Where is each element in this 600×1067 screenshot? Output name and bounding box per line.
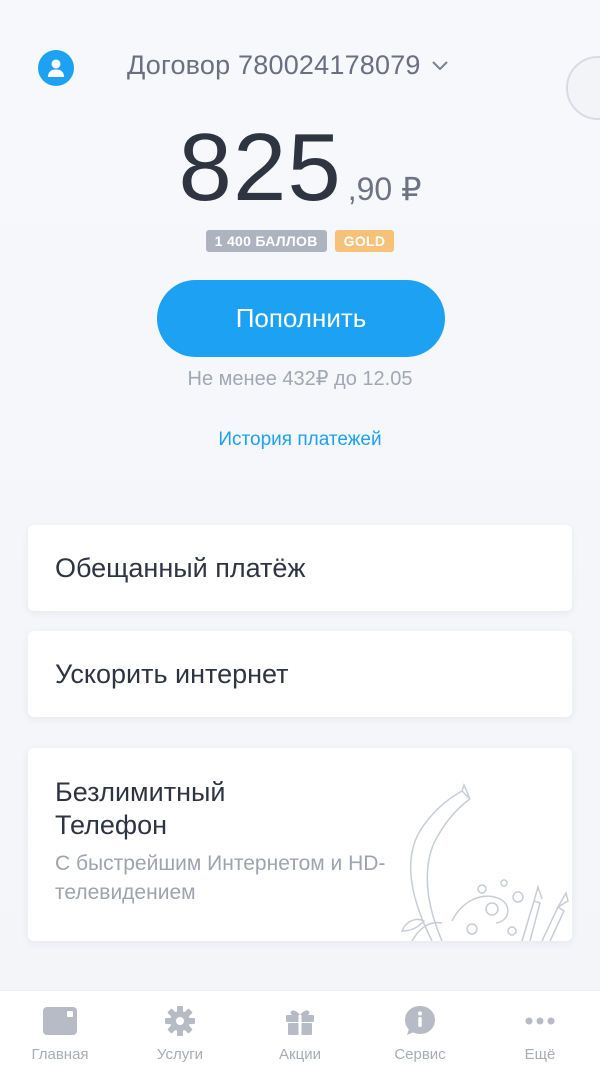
tab-home[interactable]: Главная <box>0 991 120 1067</box>
topup-hint: Не менее 432₽ до 12.05 <box>187 368 413 390</box>
contract-label: Договор 780024178079 <box>127 50 421 80</box>
tab-service[interactable]: Сервис <box>360 991 480 1067</box>
gift-icon <box>285 1005 315 1037</box>
tab-more-label: Ещё <box>524 1046 556 1063</box>
tab-promotions-label: Акции <box>279 1046 321 1063</box>
bottom-tab-bar: Главная Услуги Акции Сервис Ещё <box>0 990 600 1067</box>
speed-up-internet-card[interactable]: Ускорить интернет <box>28 631 572 717</box>
tab-home-label: Главная <box>31 1046 89 1063</box>
speed-up-internet-label: Ускорить интернет <box>55 658 289 689</box>
info-icon <box>404 1005 436 1037</box>
promised-payment-card[interactable]: Обещанный платёж <box>28 525 572 611</box>
promo-card[interactable]: Безлимитный Телефон С быстрейшим Интерне… <box>28 748 572 941</box>
balance-fraction: ,90 ₽ <box>347 171 422 207</box>
payment-history-link[interactable]: История платежей <box>0 429 600 451</box>
tab-promotions[interactable]: Акции <box>240 991 360 1067</box>
promo-title: Безлимитный Телефон <box>55 777 226 840</box>
tab-services-label: Услуги <box>156 1046 204 1063</box>
tier-badge: GOLD <box>334 230 395 252</box>
header: Договор 780024178079 <box>0 36 600 120</box>
tab-service-label: Сервис <box>394 1046 446 1063</box>
chevron-down-icon <box>431 60 449 72</box>
tab-services[interactable]: Услуги <box>120 991 240 1067</box>
balance-integer: 825 <box>178 114 342 221</box>
points-badge: 1 400 БАЛЛОВ <box>205 230 327 252</box>
promo-subtitle: С быстрейшим Интернетом и HD-телевидение… <box>55 852 386 904</box>
status-badges: 1 400 БАЛЛОВ GOLD <box>0 230 600 252</box>
promised-payment-label: Обещанный платёж <box>55 552 306 583</box>
promo-illustration-icon <box>400 782 569 941</box>
more-icon <box>525 1005 555 1037</box>
tab-more[interactable]: Ещё <box>480 991 600 1067</box>
profile-avatar-icon[interactable] <box>38 50 74 86</box>
floating-circle-button[interactable] <box>566 56 600 120</box>
topup-button[interactable]: Пополнить <box>157 280 445 357</box>
balance: 825 ,90 ₽ <box>0 120 600 216</box>
contract-selector[interactable]: Договор 780024178079 <box>127 50 449 81</box>
home-icon <box>43 1005 77 1037</box>
gear-icon <box>165 1005 195 1037</box>
